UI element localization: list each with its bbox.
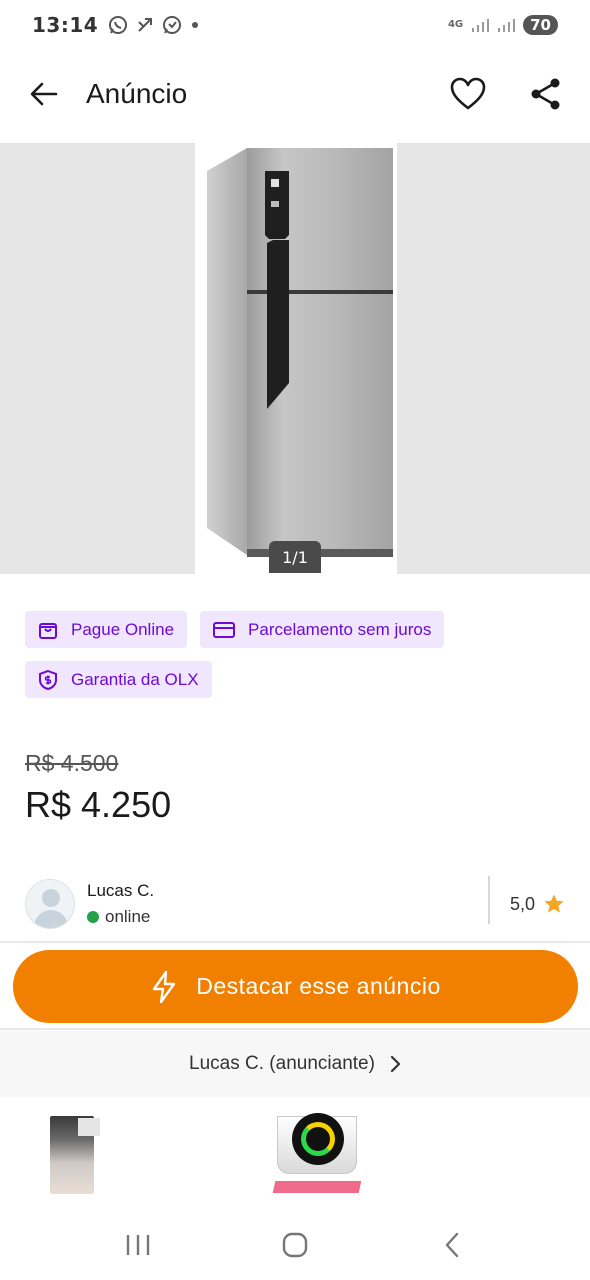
- seller-name: Lucas C.: [87, 881, 155, 900]
- seller-info: Lucas C. online: [87, 881, 154, 927]
- home-button[interactable]: [265, 1220, 325, 1270]
- boost-ad-label: Destacar esse anúncio: [196, 973, 441, 999]
- status-time: 13:14: [32, 13, 99, 37]
- card-icon: [213, 621, 236, 638]
- ad-thumbnail-tag: [78, 1118, 100, 1136]
- badge-pague-online[interactable]: Pague Online: [25, 611, 188, 648]
- system-nav-bar: [0, 1210, 590, 1280]
- advertiser-label: Lucas C. (anunciante): [189, 1053, 375, 1074]
- photo-counter: 1/1: [269, 541, 321, 573]
- app-header: Anúncio: [0, 60, 590, 128]
- seller-summary[interactable]: Lucas C. online 5,0: [0, 870, 590, 938]
- favorite-button[interactable]: [448, 74, 488, 114]
- ad-pink-bar: [272, 1181, 362, 1193]
- advertiser-profile-link[interactable]: Lucas C. (anunciante): [0, 1031, 590, 1097]
- divider: [0, 1028, 590, 1030]
- status-right: 4G 70: [448, 15, 558, 35]
- page-title: Anúncio: [86, 78, 188, 109]
- refrigerator-image: [207, 148, 393, 557]
- arrow-left-icon: [30, 82, 58, 106]
- ads-strip[interactable]: [0, 1098, 590, 1202]
- heart-icon: [450, 77, 486, 110]
- back-button[interactable]: [24, 74, 64, 114]
- current-price: R$ 4.250: [25, 784, 172, 825]
- whatsapp-business-icon: [163, 16, 182, 34]
- badge-label: Pague Online: [71, 619, 175, 639]
- badge-label: Parcelamento sem juros: [248, 619, 432, 639]
- battery-indicator: 70: [523, 15, 558, 35]
- boost-ad-button[interactable]: Destacar esse anúncio: [13, 950, 578, 1023]
- divider: [488, 876, 490, 924]
- seller-status-label: online: [105, 907, 151, 926]
- photo-gallery[interactable]: [0, 143, 590, 574]
- rating-value: 5,0: [509, 893, 535, 914]
- old-price: R$ 4.500: [25, 750, 119, 776]
- divider: [0, 941, 590, 943]
- product-photo[interactable]: [195, 143, 397, 574]
- network-label: 4G: [447, 19, 464, 30]
- back-icon: [445, 1232, 458, 1258]
- badge-parcelamento[interactable]: Parcelamento sem juros: [200, 611, 445, 648]
- signal-icon: [472, 19, 490, 32]
- recent-apps-button[interactable]: [108, 1220, 168, 1270]
- share-icon: [531, 78, 560, 110]
- online-dot-icon: [87, 911, 99, 923]
- notification-icons: [108, 15, 200, 35]
- signal-icon-2: [498, 19, 516, 32]
- back-nav-button[interactable]: [422, 1220, 482, 1270]
- badge-garantia[interactable]: Garantia da OLX: [25, 661, 212, 698]
- lightning-icon: [153, 970, 176, 1003]
- avatar: [25, 879, 75, 929]
- dot-icon: [192, 22, 199, 28]
- feature-badges: Pague Online Parcelamento sem juros Gara…: [25, 611, 565, 698]
- star-icon: [544, 894, 564, 913]
- home-icon: [282, 1232, 308, 1258]
- seller-rating[interactable]: 5,0: [510, 893, 565, 915]
- shield-dollar-icon: [39, 669, 57, 690]
- bag-icon: [39, 622, 57, 639]
- badge-label: Garantia da OLX: [71, 669, 199, 689]
- header-actions: [448, 74, 566, 114]
- missed-call-icon: [138, 18, 153, 32]
- share-button[interactable]: [526, 74, 566, 114]
- status-bar: 13:14 4G 70: [0, 0, 590, 50]
- recent-apps-icon: [127, 1235, 150, 1255]
- whatsapp-icon: [109, 16, 128, 34]
- chevron-right-icon: [390, 1055, 401, 1073]
- ad-app-icon[interactable]: [277, 1113, 357, 1174]
- seller-status: online: [87, 907, 154, 927]
